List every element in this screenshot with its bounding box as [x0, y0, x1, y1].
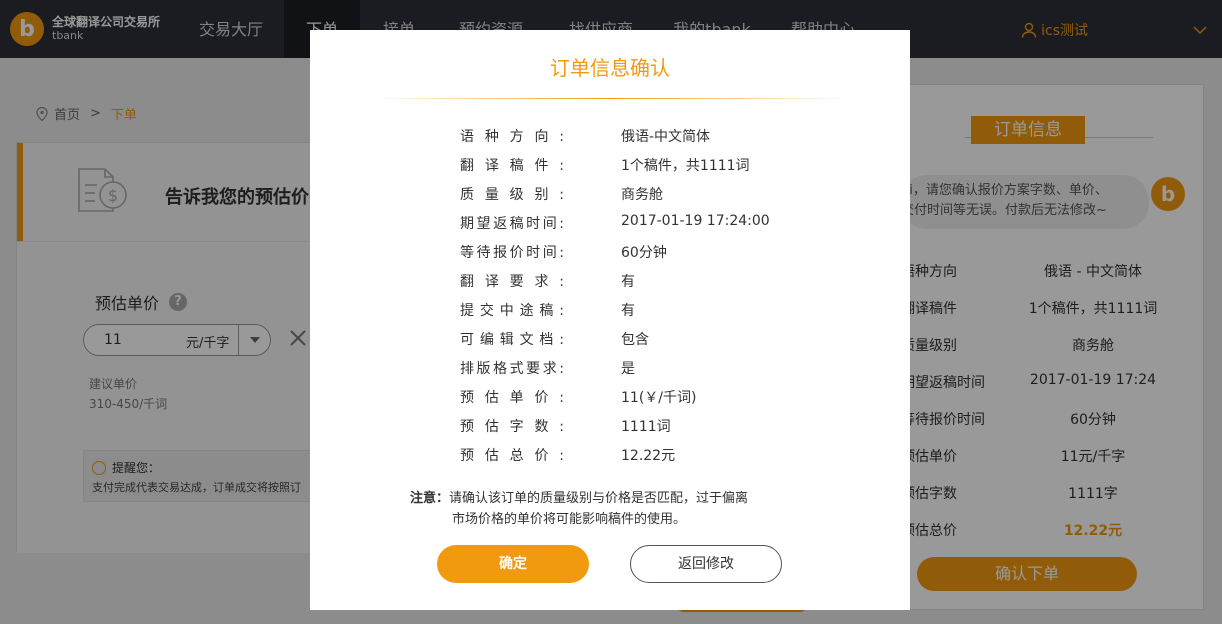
back-to-edit-button[interactable]: 返回修改 [630, 545, 782, 583]
dialog-row: 翻译稿件: 1个稿件，共1111词 [310, 149, 910, 178]
dialog-row-key: 预估单价: [460, 390, 564, 406]
dialog-row: 可编辑文档: 包含 [310, 323, 910, 352]
dialog-note: 注意：请确认该订单的质量级别与价格是否匹配，过于偏离 市场价格的单价将可能影响稿… [410, 488, 748, 530]
dialog-row-key: 预估字数: [460, 419, 564, 435]
note-line-2: 市场价格的单价将可能影响稿件的使用。 [452, 512, 687, 527]
dialog-row-key: 质量级别: [460, 187, 564, 203]
dialog-row-key: 翻译要求: [460, 274, 564, 290]
note-label: 注意： [410, 491, 450, 506]
dialog-row-value: 11(￥/千词) [621, 390, 697, 406]
dialog-row-key: 语种方向: [460, 129, 564, 145]
dialog-row-key: 翻译稿件: [460, 158, 564, 174]
dialog-row-value: 有 [621, 274, 635, 290]
dialog-row-key: 等待报价时间: [460, 245, 564, 261]
dialog-row-value: 2017-01-19 17:24:00 [621, 213, 770, 229]
note-line-1: 请确认该订单的质量级别与价格是否匹配，过于偏离 [449, 491, 749, 506]
dialog-row: 翻译要求: 有 [310, 265, 910, 294]
dialog-row: 预估单价: 11(￥/千词) [310, 381, 910, 410]
order-confirm-dialog: 订单信息确认 语种方向: 俄语-中文简体 翻译稿件: 1个稿件，共1111词 质量级… [310, 30, 910, 610]
dialog-row-key: 排版格式要求: [460, 361, 564, 377]
dialog-row: 期望返稿时间: 2017-01-19 17:24:00 [310, 207, 910, 236]
dialog-row-key: 预估总价: [460, 448, 564, 464]
dialog-row-value: 1111词 [621, 419, 671, 435]
dialog-row: 预估总价: 12.22元 [310, 439, 910, 468]
dialog-title-divider [370, 98, 850, 99]
confirm-button[interactable]: 确定 [437, 545, 589, 583]
dialog-row-value: 12.22元 [621, 448, 676, 464]
dialog-row-key: 可编辑文档: [460, 332, 564, 348]
dialog-row-value: 商务舱 [621, 187, 663, 203]
dialog-row-value: 1个稿件，共1111词 [621, 158, 750, 174]
dialog-row: 提交中途稿: 有 [310, 294, 910, 323]
dialog-row-value: 是 [621, 361, 635, 377]
dialog-row-value: 60分钟 [621, 245, 667, 261]
dialog-row: 语种方向: 俄语-中文简体 [310, 120, 910, 149]
dialog-title: 订单信息确认 [550, 56, 670, 80]
dialog-row-key: 提交中途稿: [460, 303, 564, 319]
dialog-row: 等待报价时间: 60分钟 [310, 236, 910, 265]
dialog-row: 排版格式要求: 是 [310, 352, 910, 381]
dialog-row: 预估字数: 1111词 [310, 410, 910, 439]
dialog-row-value: 有 [621, 303, 635, 319]
dialog-row-key: 期望返稿时间: [460, 216, 564, 232]
dialog-row-value: 俄语-中文简体 [621, 129, 711, 145]
dialog-row-value: 包含 [621, 332, 649, 348]
dialog-row: 质量级别: 商务舱 [310, 178, 910, 207]
